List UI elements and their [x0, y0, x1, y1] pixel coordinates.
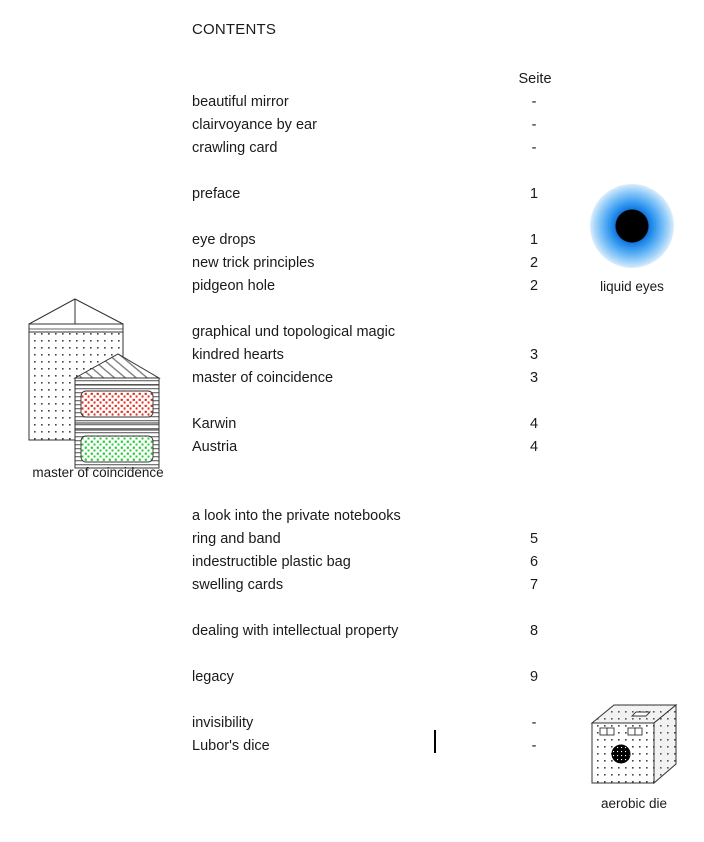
toc-entry-title: clairvoyance by ear: [192, 117, 317, 133]
toc-entry-page: 2: [529, 278, 539, 294]
toc-entry-page: -: [531, 715, 537, 731]
toc-entry-page: -: [531, 117, 537, 133]
toc-entry-page: 1: [529, 186, 539, 202]
toc-entry-title: swelling cards: [192, 577, 284, 593]
figure-aerobic-die: [588, 702, 680, 790]
toc-row[interactable]: crawling card -: [192, 137, 562, 160]
toc-entry-title: crawling card: [192, 140, 278, 156]
toc-entry-page: 1: [529, 232, 539, 248]
toc-entry-page: 8: [529, 623, 539, 639]
toc-row[interactable]: ring and band 5: [192, 528, 562, 551]
toc-header-row: Seite: [192, 68, 562, 91]
toc-row[interactable]: clairvoyance by ear -: [192, 114, 562, 137]
table-of-contents: Seite beautiful mirror - clairvoyance by e…: [192, 68, 562, 758]
toc-entry-title: kindred hearts: [192, 347, 284, 363]
die-pip: [611, 744, 631, 764]
figure-caption-master-of-coincidence: master of coincidence: [32, 465, 164, 480]
toc-entry-title: a look into the private notebooks: [192, 508, 401, 524]
toc-entry-page: 5: [529, 531, 539, 547]
toc-entry-title: ring and band: [192, 531, 281, 547]
toc-spacer: [192, 643, 562, 666]
master-of-coincidence-drawing: [28, 298, 161, 469]
toc-entry-title: graphical und topological magic: [192, 324, 396, 340]
toc-row[interactable]: master of coincidence 3: [192, 367, 562, 390]
figure-caption-aerobic-die: aerobic die: [600, 796, 668, 811]
text-cursor-caret: [434, 730, 436, 753]
toc-entry-page: 3: [529, 370, 539, 386]
toc-entry-title: preface: [192, 186, 241, 202]
page-column-header: Seite: [518, 71, 552, 87]
toc-spacer: [192, 390, 562, 413]
toc-spacer: [192, 160, 562, 183]
toc-row[interactable]: new trick principles 2: [192, 252, 562, 275]
aerobic-die-drawing: [590, 703, 678, 785]
toc-row[interactable]: Lubor's dice -: [192, 735, 562, 758]
toc-row[interactable]: beautiful mirror -: [192, 91, 562, 114]
toc-row[interactable]: swelling cards 7: [192, 574, 562, 597]
toc-entry-title: invisibility: [192, 715, 254, 731]
liquid-eyes-graphic: [590, 184, 674, 268]
toc-row[interactable]: pidgeon hole 2: [192, 275, 562, 298]
toc-row[interactable]: Karwin 4: [192, 413, 562, 436]
toc-entry-page: -: [531, 738, 537, 754]
toc-entry-page: 4: [529, 439, 539, 455]
toc-entry-title: Austria: [192, 439, 238, 455]
toc-entry-page: -: [531, 140, 537, 156]
toc-entry-page: 9: [529, 669, 539, 685]
toc-entry-title: new trick principles: [192, 255, 315, 271]
toc-entry-page: 3: [529, 347, 539, 363]
toc-entry-title: master of coincidence: [192, 370, 334, 386]
toc-entry-page: 7: [529, 577, 539, 593]
figure-caption-liquid-eyes: liquid eyes: [600, 279, 664, 294]
front-box: [73, 353, 161, 469]
green-panel: [80, 435, 154, 463]
toc-spacer: [192, 482, 562, 505]
toc-spacer: [192, 206, 562, 229]
toc-row[interactable]: preface 1: [192, 183, 562, 206]
toc-entry-title: legacy: [192, 669, 234, 685]
toc-row[interactable]: invisibility -: [192, 712, 562, 735]
toc-row[interactable]: Austria 4: [192, 436, 562, 459]
page-title: CONTENTS: [192, 21, 277, 38]
toc-row[interactable]: indestructible plastic bag 6: [192, 551, 562, 574]
toc-entry-title: beautiful mirror: [192, 94, 289, 110]
toc-entry-title: Karwin: [192, 416, 237, 432]
toc-entry-page: -: [531, 94, 537, 110]
toc-row[interactable]: a look into the private notebooks: [192, 505, 562, 528]
toc-entry-title: eye drops: [192, 232, 256, 248]
toc-entry-title: pidgeon hole: [192, 278, 276, 294]
toc-entry-title: Lubor's dice: [192, 738, 270, 754]
toc-row[interactable]: legacy 9: [192, 666, 562, 689]
toc-spacer: [192, 597, 562, 620]
toc-entry-page: 6: [529, 554, 539, 570]
toc-row[interactable]: graphical und topological magic: [192, 321, 562, 344]
toc-entry-page: 4: [529, 416, 539, 432]
figure-master-of-coincidence: [18, 296, 193, 486]
toc-spacer: [192, 459, 562, 482]
toc-row[interactable]: kindred hearts 3: [192, 344, 562, 367]
toc-row[interactable]: eye drops 1: [192, 229, 562, 252]
toc-entry-title: indestructible plastic bag: [192, 554, 351, 570]
toc-spacer: [192, 689, 562, 712]
toc-entry-page: 2: [529, 255, 539, 271]
red-panel: [80, 390, 154, 418]
toc-entry-title: dealing with intellectual property: [192, 623, 399, 639]
toc-row[interactable]: dealing with intellectual property 8: [192, 620, 562, 643]
toc-spacer: [192, 298, 562, 321]
